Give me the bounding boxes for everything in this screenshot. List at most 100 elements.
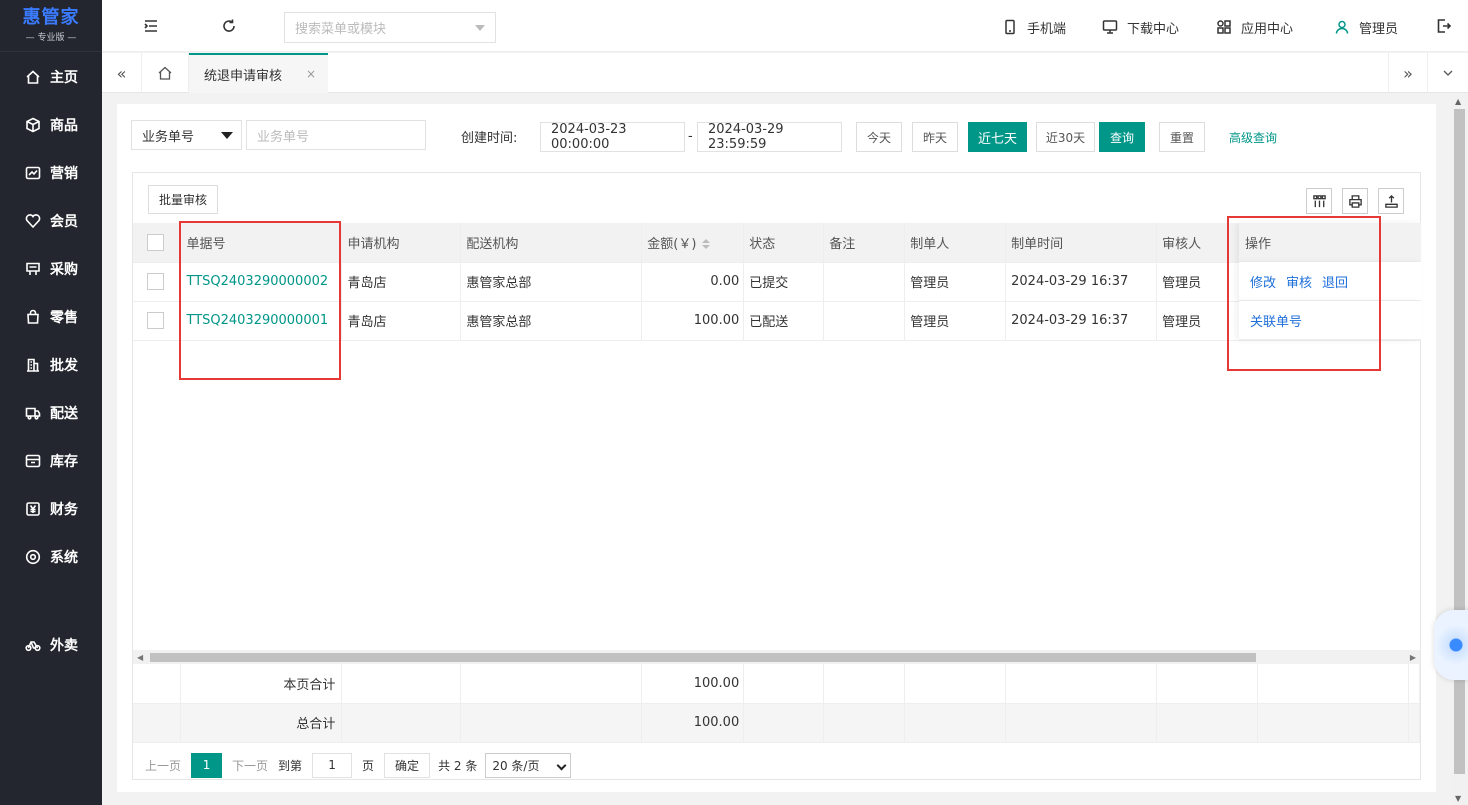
print-icon[interactable] [1342, 188, 1368, 214]
pagination: 上一页 1 下一页 到第 1 页 确定 共 2 条 20 条/页 [145, 752, 572, 778]
scroll-down-arrow-icon[interactable]: ▼ [1455, 794, 1461, 803]
menu-collapse-icon[interactable] [142, 17, 160, 35]
assistant-robot-icon[interactable] [1434, 610, 1468, 680]
dist-org-cell: 惠管家总部 [460, 262, 643, 302]
goto-label: 到第 [278, 758, 303, 773]
home-tab-icon[interactable] [142, 53, 189, 93]
purchase-icon [24, 260, 42, 278]
user-menu[interactable]: 管理员 [1334, 16, 1398, 38]
totals-table: 本页合计 100.00 总合计 100.00 [133, 664, 1421, 743]
blank-cell [341, 703, 462, 743]
app-center-link[interactable]: 应用中心 [1216, 16, 1293, 38]
delivery-icon [24, 404, 42, 422]
close-icon[interactable]: × [306, 67, 316, 81]
user-icon [1335, 20, 1349, 34]
col-created-time: 制单时间 [1005, 223, 1158, 263]
page-1-button[interactable]: 1 [191, 752, 223, 778]
app-logo[interactable]: 惠管家 — 专业版 — [0, 0, 102, 52]
blank-cell [1156, 664, 1258, 704]
columns-icon[interactable] [1306, 188, 1332, 214]
refresh-icon[interactable] [220, 17, 238, 35]
horizontal-scrollbar[interactable]: ◀ ▶ [133, 650, 1420, 664]
row-checkbox[interactable] [147, 312, 164, 329]
yesterday-button[interactable]: 昨天 [912, 122, 958, 152]
vertical-scrollbar[interactable]: ▲ ▼ [1451, 93, 1468, 805]
scrollbar-thumb[interactable] [150, 653, 1256, 662]
sidebar-item-members[interactable]: 会员 [0, 201, 102, 241]
col-status: 状态 [743, 223, 825, 263]
sidebar-item-retail[interactable]: 零售 [0, 297, 102, 337]
blank-cell [341, 664, 462, 704]
date-end-input[interactable]: 2024-03-29 23:59:59 [697, 122, 842, 152]
tabs-scroll-left-icon[interactable]: « [102, 53, 142, 93]
logout-icon[interactable] [1435, 17, 1453, 35]
sidebar-item-takeout[interactable]: 外卖 [0, 625, 102, 665]
sidebar-item-label: 配送 [50, 406, 78, 422]
edition-label: — 专业版 — [25, 33, 77, 43]
top-bar: 搜索菜单或模块 手机端 下载中心 应用中心 管理员 [102, 0, 1468, 52]
sidebar-item-goods[interactable]: 商品 [0, 105, 102, 145]
date-start-input[interactable]: 2024-03-23 00:00:00 [540, 122, 685, 152]
advanced-query-link[interactable]: 高级查询 [1229, 129, 1277, 146]
prev-page-button[interactable]: 上一页 [145, 757, 181, 774]
home-icon [24, 68, 42, 86]
sort-icon[interactable] [702, 239, 711, 250]
order-number-input[interactable]: 业务单号 [246, 120, 426, 150]
row-checkbox[interactable] [147, 273, 164, 290]
download-center-link[interactable]: 下载中心 [1102, 16, 1179, 38]
last-30-days-button[interactable]: 近30天 [1036, 122, 1095, 152]
blank-cell [743, 703, 825, 743]
page-total-label: 本页合计 [180, 664, 343, 704]
col-note: 备注 [823, 223, 906, 263]
scroll-right-arrow-icon[interactable]: ▶ [1410, 653, 1416, 662]
search-placeholder: 搜索菜单或模块 [295, 22, 387, 37]
today-button[interactable]: 今天 [856, 122, 902, 152]
note-cell [823, 301, 906, 341]
blank-cell [133, 664, 182, 704]
sidebar-item-delivery[interactable]: 配送 [0, 393, 102, 433]
blank-cell [1005, 664, 1158, 704]
col-amount[interactable]: 金额(￥) [641, 223, 745, 263]
sidebar-item-label: 营销 [50, 166, 78, 182]
last-7-days-button[interactable]: 近七天 [968, 122, 1027, 152]
next-page-button[interactable]: 下一页 [232, 757, 268, 774]
sidebar-item-inventory[interactable]: 库存 [0, 441, 102, 481]
select-all-checkbox[interactable] [147, 233, 164, 251]
sidebar: 惠管家 — 专业版 — 主页 商品 营销 会员 采购 零售 批发 配送 库存 财… [0, 0, 102, 805]
sidebar-item-label: 会员 [50, 214, 78, 230]
export-icon[interactable] [1378, 188, 1404, 214]
tabs-scroll-right-icon[interactable]: » [1388, 53, 1428, 93]
sidebar-item-marketing[interactable]: 营销 [0, 153, 102, 193]
sidebar-item-label: 库存 [50, 454, 78, 470]
blank-cell [133, 703, 182, 743]
blank-cell [1257, 664, 1409, 704]
tab-return-audit[interactable]: 统退申请审核 × [189, 53, 328, 93]
query-type-select[interactable]: 业务单号 [131, 120, 242, 150]
tabs-menu-chevron-icon[interactable] [1428, 53, 1468, 93]
sidebar-item-label: 采购 [50, 262, 78, 278]
page-number-input[interactable]: 1 [312, 752, 353, 778]
page-confirm-button[interactable]: 确定 [384, 752, 431, 778]
download-label: 下载中心 [1127, 21, 1180, 37]
blank-cell [1005, 703, 1158, 743]
chevron-down-icon [475, 25, 485, 31]
scroll-left-arrow-icon[interactable]: ◀ [137, 653, 143, 662]
sidebar-item-system[interactable]: 系统 [0, 537, 102, 577]
row-select-cell [133, 301, 182, 341]
sidebar-item-label: 系统 [50, 550, 78, 566]
amount-cell: 100.00 [641, 301, 745, 341]
sidebar-item-label: 财务 [50, 502, 78, 518]
sidebar-item-home[interactable]: 主页 [0, 57, 102, 97]
mobile-link[interactable]: 手机端 [1002, 16, 1066, 38]
sidebar-item-wholesale[interactable]: 批发 [0, 345, 102, 385]
batch-audit-button[interactable]: 批量审核 [148, 185, 218, 214]
query-button[interactable]: 查询 [1099, 122, 1145, 152]
sidebar-item-finance[interactable]: 财务 [0, 489, 102, 529]
menu-search-select[interactable]: 搜索菜单或模块 [284, 12, 496, 43]
blank-cell [460, 703, 643, 743]
reset-button[interactable]: 重置 [1159, 122, 1205, 152]
blank-cell [743, 664, 825, 704]
page-size-select[interactable]: 20 条/页 [485, 752, 572, 778]
sidebar-item-purchase[interactable]: 采购 [0, 249, 102, 289]
scroll-up-arrow-icon[interactable]: ▲ [1455, 97, 1461, 106]
